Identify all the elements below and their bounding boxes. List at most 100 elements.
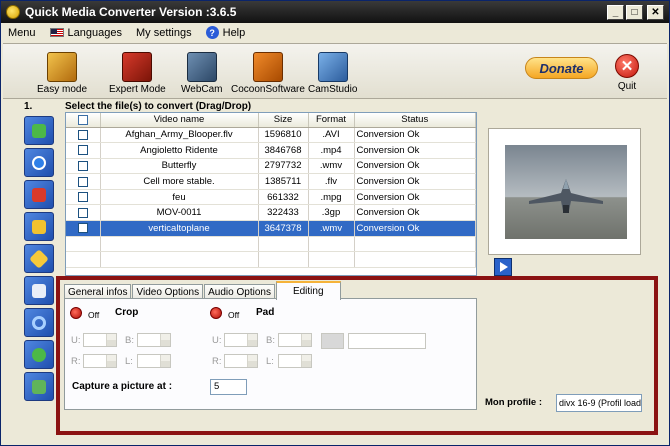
- play-button[interactable]: [494, 258, 512, 276]
- cocoon-software-button[interactable]: CocoonSoftware: [231, 52, 305, 95]
- row-checkbox[interactable]: [77, 160, 88, 171]
- cell-video-name: Cell more stable.: [100, 173, 259, 190]
- cell-size: 3846768: [258, 142, 309, 159]
- cell-size: 661332: [258, 189, 309, 206]
- map-button[interactable]: [24, 372, 54, 401]
- document-button[interactable]: [24, 212, 54, 241]
- pad-l-stepper[interactable]: [278, 354, 312, 368]
- row-checkbox[interactable]: [77, 145, 88, 156]
- menu-item-settings[interactable]: My settings: [129, 27, 199, 39]
- cell-format: .AVI: [308, 127, 355, 144]
- table-row[interactable]: Afghan_Army_Blooper.flv 1596810 .AVI Con…: [66, 127, 476, 144]
- camstudio-button[interactable]: CamStudio: [308, 52, 357, 95]
- pad-off-label: Off: [228, 310, 240, 320]
- cell-format: .mpg: [308, 189, 355, 206]
- pad-toggle[interactable]: [210, 307, 222, 319]
- table-row[interactable]: feu 661332 .mpg Conversion Ok: [66, 189, 476, 206]
- remove-icon: [32, 187, 46, 202]
- pad-b-label: B:: [266, 335, 275, 346]
- cell-format: .3gp: [308, 204, 355, 222]
- document-icon: [32, 219, 46, 234]
- cell-format: .mp4: [308, 142, 355, 159]
- expert-mode-button[interactable]: Expert Mode: [109, 52, 166, 95]
- easy-mode-icon: [47, 52, 78, 82]
- favorite-button[interactable]: [24, 244, 54, 273]
- file-table[interactable]: Video name Size Format Status Afghan_Arm…: [65, 112, 477, 276]
- table-row[interactable]: Butterfly 2797732 .wmv Conversion Ok: [66, 158, 476, 175]
- table-row[interactable]: Angioletto Ridente 3846768 .mp4 Conversi…: [66, 142, 476, 159]
- toolbar: Easy mode Expert Mode WebCam CocoonSoftw…: [3, 43, 667, 99]
- crop-u-stepper[interactable]: [83, 333, 117, 347]
- cell-size: 322433: [258, 204, 309, 222]
- quit-button[interactable]: ✕ Quit: [615, 54, 639, 92]
- tab-editing[interactable]: Editing: [275, 281, 341, 300]
- camstudio-icon: [317, 52, 348, 82]
- header-status[interactable]: Status: [354, 113, 476, 128]
- cell-status: Conversion Ok: [354, 127, 476, 144]
- table-row-empty: [66, 251, 476, 268]
- crop-r-label: R:: [71, 356, 81, 367]
- profile-select[interactable]: divx 16-9 (Profil loaded: [556, 394, 642, 412]
- row-checkbox[interactable]: [77, 129, 88, 140]
- row-checkbox[interactable]: [77, 192, 88, 203]
- row-checkbox[interactable]: [77, 176, 88, 187]
- crop-u-label: U:: [71, 335, 81, 346]
- cell-status: Conversion Ok: [354, 142, 476, 159]
- cell-video-name: Angioletto Ridente: [100, 142, 259, 159]
- menu-item-languages[interactable]: Languages: [43, 27, 129, 39]
- close-button[interactable]: ✕: [647, 4, 664, 20]
- donate-button[interactable]: Donate: [525, 57, 598, 79]
- menu-item-menu[interactable]: Menu: [1, 27, 43, 39]
- cocoon-label: CocoonSoftware: [231, 84, 305, 95]
- refresh-button[interactable]: [24, 340, 54, 369]
- capture-label: Capture a picture at :: [72, 381, 173, 392]
- capture-input[interactable]: 5: [210, 379, 247, 395]
- cell-video-name: MOV-0011: [100, 204, 259, 222]
- crop-b-stepper[interactable]: [137, 333, 171, 347]
- pad-color-field[interactable]: [348, 333, 426, 349]
- cell-status: Conversion Ok: [354, 173, 476, 190]
- book-button[interactable]: [24, 276, 54, 305]
- webcam-button[interactable]: WebCam: [181, 52, 223, 95]
- select-all-checkbox[interactable]: [77, 114, 88, 125]
- crop-l-label: L:: [125, 356, 133, 367]
- header-video-name[interactable]: Video name: [100, 113, 259, 128]
- table-row-selected[interactable]: verticaltoplane 3647378 .wmv Conversion …: [66, 220, 476, 237]
- crop-toggle[interactable]: [70, 307, 82, 319]
- help-icon: ?: [205, 26, 219, 39]
- pad-b-stepper[interactable]: [278, 333, 312, 347]
- webcam-icon: [186, 52, 217, 82]
- cell-video-name: Afghan_Army_Blooper.flv: [100, 127, 259, 144]
- pad-u-stepper[interactable]: [224, 333, 258, 347]
- table-row[interactable]: MOV-0011 322433 .3gp Conversion Ok: [66, 204, 476, 222]
- menu-bar: Menu Languages My settings ? Help: [1, 23, 669, 42]
- cell-format: .flv: [308, 173, 355, 190]
- file-info-button[interactable]: [24, 148, 54, 177]
- crop-l-stepper[interactable]: [137, 354, 171, 368]
- crop-r-stepper[interactable]: [83, 354, 117, 368]
- row-checkbox[interactable]: [77, 223, 88, 234]
- add-files-button[interactable]: [24, 116, 54, 145]
- table-row[interactable]: Cell more stable. 1385711 .flv Conversio…: [66, 173, 476, 190]
- map-icon: [32, 379, 46, 394]
- pad-label: Pad: [256, 307, 275, 318]
- instruction-text: Select the file(s) to convert (Drag/Drop…: [65, 101, 252, 112]
- cell-format: .wmv: [308, 220, 355, 237]
- pad-l-label: L:: [266, 356, 274, 367]
- pad-color-swatch[interactable]: [321, 333, 344, 349]
- pad-u-label: U:: [212, 335, 222, 346]
- remove-files-button[interactable]: [24, 180, 54, 209]
- easy-mode-button[interactable]: Easy mode: [37, 52, 87, 95]
- maximize-button[interactable]: □: [626, 4, 643, 20]
- flag-icon: [49, 28, 64, 37]
- select-all-header[interactable]: [66, 113, 101, 128]
- cell-video-name: feu: [100, 189, 259, 206]
- row-checkbox[interactable]: [77, 207, 88, 218]
- cell-status: Conversion Ok: [354, 189, 476, 206]
- header-size[interactable]: Size: [258, 113, 309, 128]
- circle-button[interactable]: [24, 308, 54, 337]
- header-format[interactable]: Format: [308, 113, 355, 128]
- minimize-button[interactable]: _: [607, 4, 624, 20]
- pad-r-stepper[interactable]: [224, 354, 258, 368]
- menu-item-help[interactable]: ? Help: [199, 26, 253, 39]
